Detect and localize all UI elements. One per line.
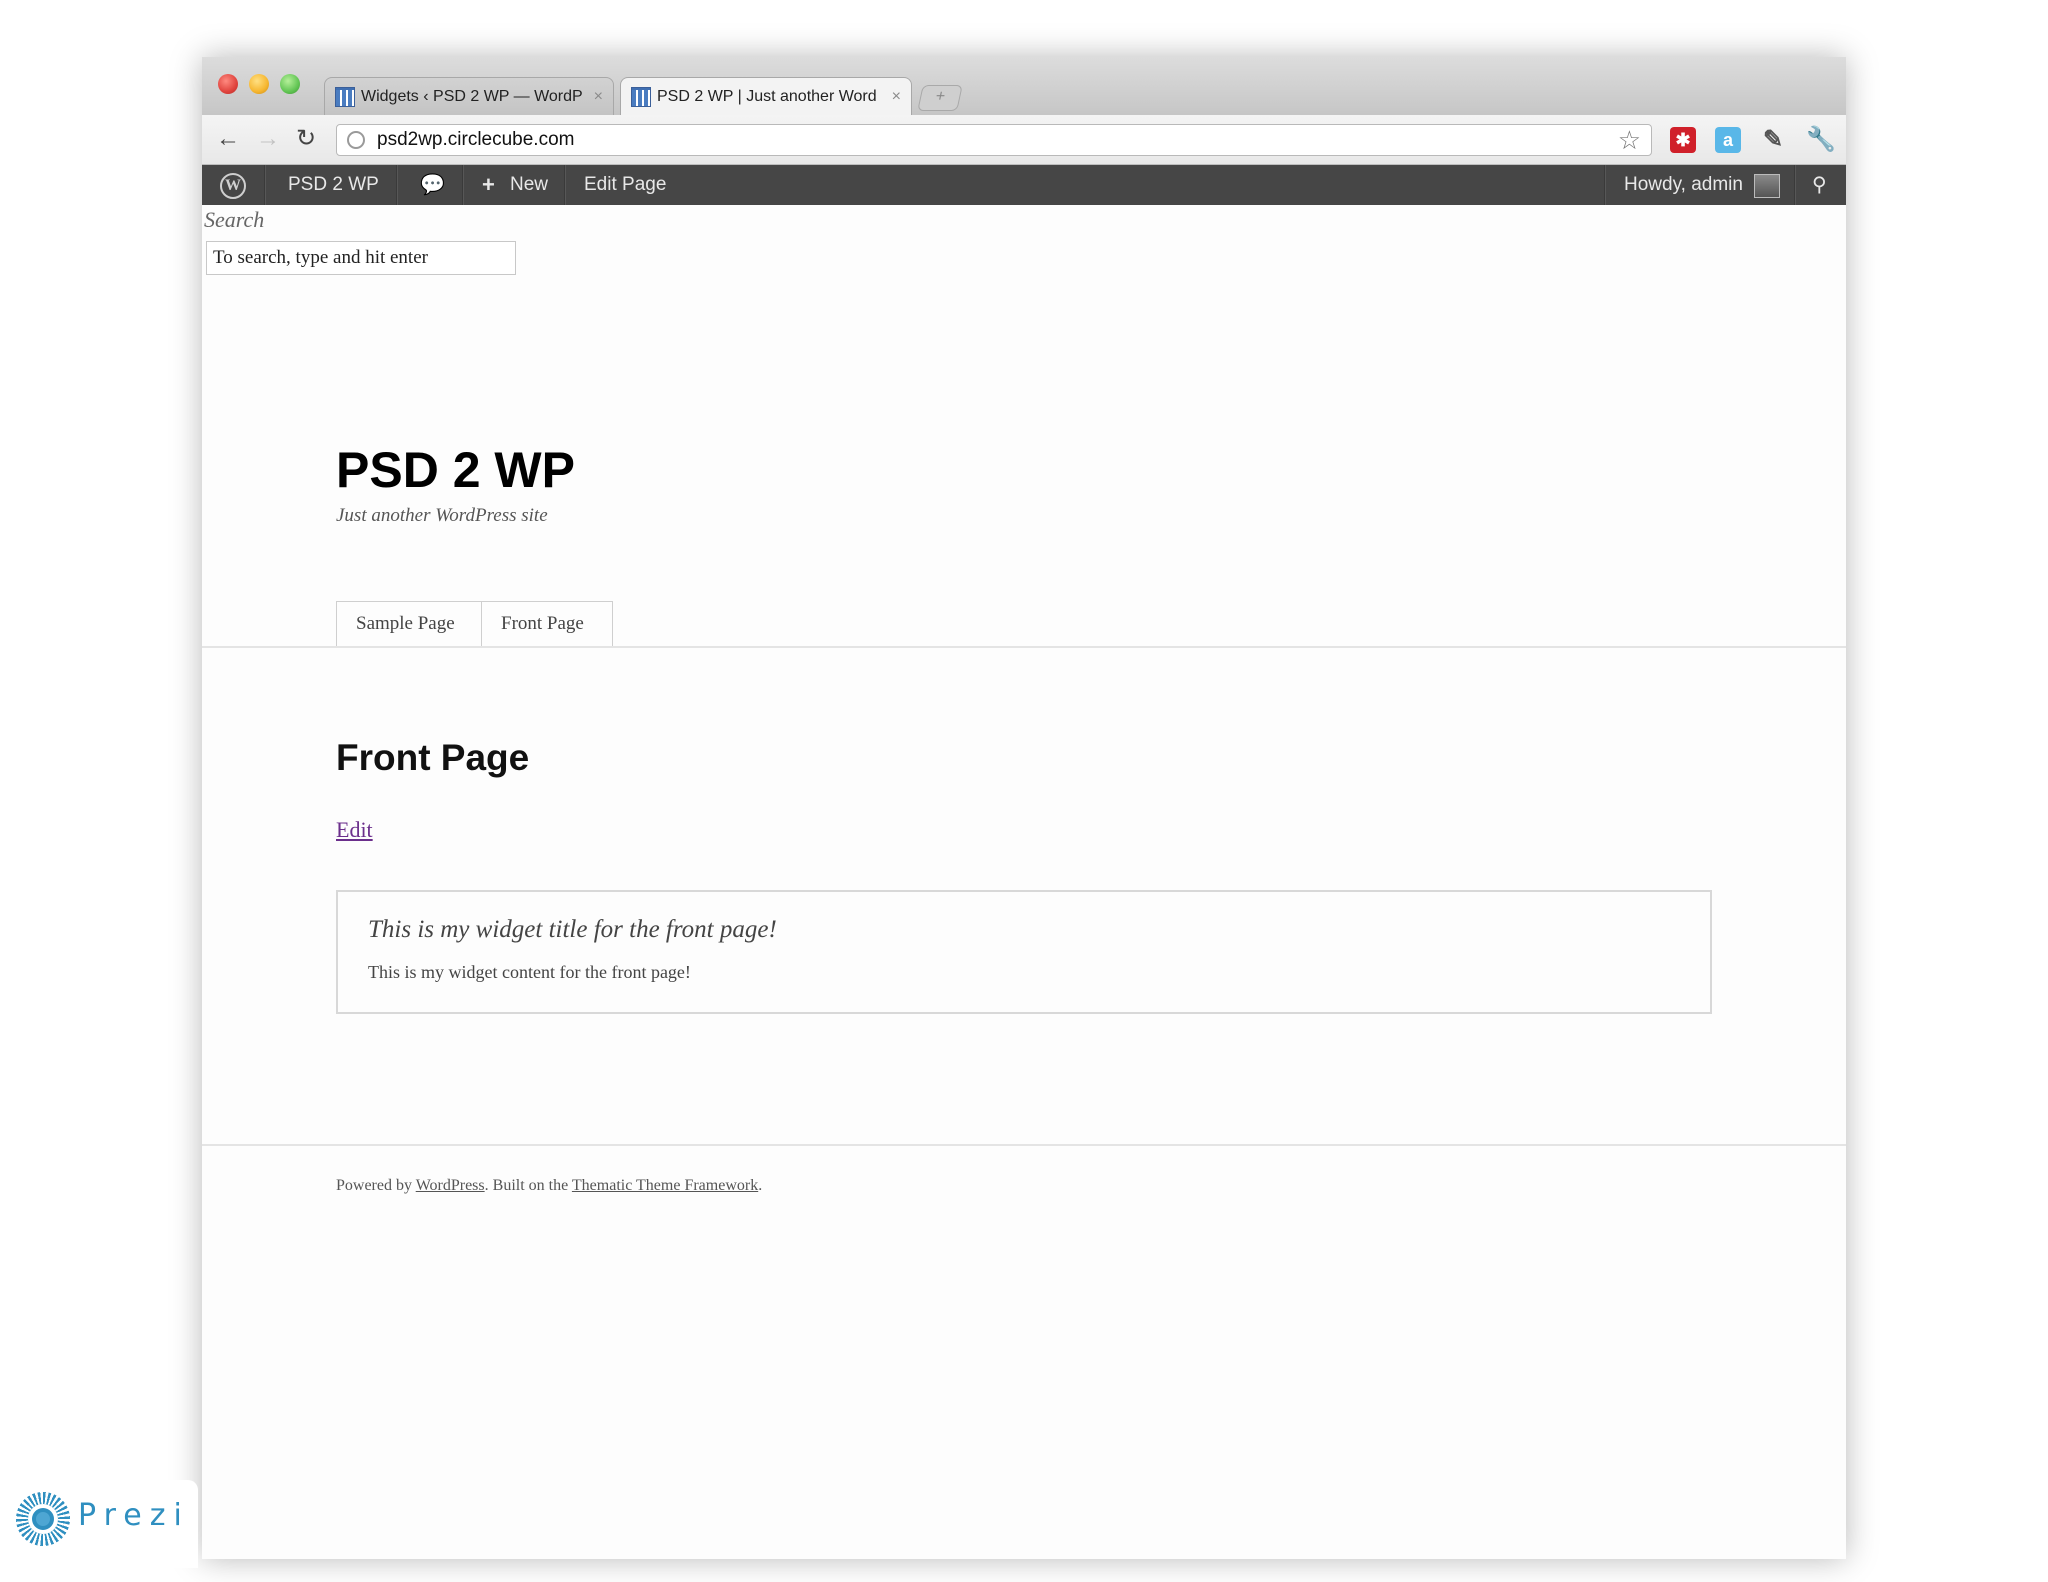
widget-content: This is my widget content for the front … (368, 962, 691, 982)
plus-icon[interactable]: + (482, 165, 495, 205)
divider (396, 165, 397, 205)
browser-window: Widgets ‹ PSD 2 WP — WordP × PSD 2 WP | … (202, 57, 1846, 1559)
browser-toolbar: ← → ↻ psd2wp.circlecube.com ☆ ✱ a ✎ 🔧 (202, 115, 1846, 165)
wordpress-favicon-icon (631, 87, 651, 107)
divider (1794, 165, 1795, 205)
tab-close-icon[interactable]: × (892, 88, 901, 106)
nav-item-sample-page[interactable]: Sample Page (336, 601, 482, 647)
footer-text: . (758, 1177, 763, 1194)
lastpass-extension-icon[interactable]: ✱ (1670, 127, 1696, 153)
page-title: Front Page (336, 737, 530, 778)
search-icon[interactable]: ⚲ (1812, 165, 1827, 205)
tab-widgets[interactable]: Widgets ‹ PSD 2 WP — WordP × (324, 77, 614, 115)
footer-text: Powered by (336, 1177, 416, 1194)
wp-admin-bar: W PSD 2 WP 💬 + New Edit Page Howdy, admi… (202, 165, 1846, 205)
tab-strip: Widgets ‹ PSD 2 WP — WordP × PSD 2 WP | … (202, 57, 1846, 116)
star-icon[interactable]: ☆ (1618, 125, 1641, 155)
admin-bar-site-name[interactable]: PSD 2 WP (288, 165, 379, 205)
admin-bar-howdy[interactable]: Howdy, admin (1624, 165, 1743, 205)
url-text: psd2wp.circlecube.com (377, 129, 575, 150)
new-tab-button[interactable]: + (917, 85, 963, 111)
site-footer: Powered by WordPress. Built on the Thema… (336, 1177, 762, 1195)
reload-icon[interactable]: ↻ (296, 126, 316, 152)
back-arrow-icon[interactable]: ← (216, 126, 240, 152)
comments-bubble-icon[interactable]: 💬 (420, 165, 445, 205)
admin-bar-edit-page[interactable]: Edit Page (584, 165, 666, 205)
search-label: Search (204, 207, 265, 232)
footer-divider (202, 1144, 1846, 1146)
forward-arrow-icon[interactable]: → (256, 126, 280, 152)
eyedropper-extension-icon[interactable]: ✎ (1760, 127, 1786, 153)
globe-icon (347, 131, 365, 149)
site-description: Just another WordPress site (336, 505, 548, 526)
prezi-logo-icon (16, 1492, 70, 1546)
edit-link[interactable]: Edit (336, 817, 373, 843)
wordpress-favicon-icon (335, 86, 355, 107)
divider (564, 165, 565, 205)
at-extension-icon[interactable]: a (1715, 127, 1741, 153)
tab-title: Widgets ‹ PSD 2 WP — WordP (361, 87, 583, 105)
widget-title: This is my widget title for the front pa… (368, 916, 777, 943)
wordpress-link[interactable]: WordPress (416, 1177, 485, 1194)
prezi-brand-text: Prezi (78, 1498, 190, 1533)
address-bar[interactable]: psd2wp.circlecube.com ☆ (336, 124, 1652, 156)
footer-text: . Built on the (484, 1177, 572, 1194)
divider (264, 165, 265, 205)
tab-site-active[interactable]: PSD 2 WP | Just another Word × (620, 77, 912, 116)
divider (462, 165, 463, 205)
minimize-window-button[interactable] (249, 74, 269, 94)
divider (1604, 165, 1605, 205)
avatar[interactable] (1754, 174, 1780, 198)
widget-box: This is my widget title for the front pa… (336, 890, 1712, 1014)
tab-title: PSD 2 WP | Just another Word (657, 88, 877, 105)
site-title[interactable]: PSD 2 WP (336, 441, 575, 499)
admin-bar-new[interactable]: New (510, 165, 548, 205)
nav-item-front-page[interactable]: Front Page (481, 601, 613, 647)
tab-close-icon[interactable]: × (594, 88, 603, 106)
thematic-link[interactable]: Thematic Theme Framework (572, 1177, 758, 1194)
maximize-window-button[interactable] (280, 74, 300, 94)
wrench-icon[interactable]: 🔧 (1806, 127, 1836, 153)
wordpress-logo-icon[interactable]: W (220, 173, 246, 199)
header-divider (202, 646, 1846, 648)
search-input[interactable]: To search, type and hit enter (206, 241, 516, 275)
close-window-button[interactable] (218, 74, 238, 94)
